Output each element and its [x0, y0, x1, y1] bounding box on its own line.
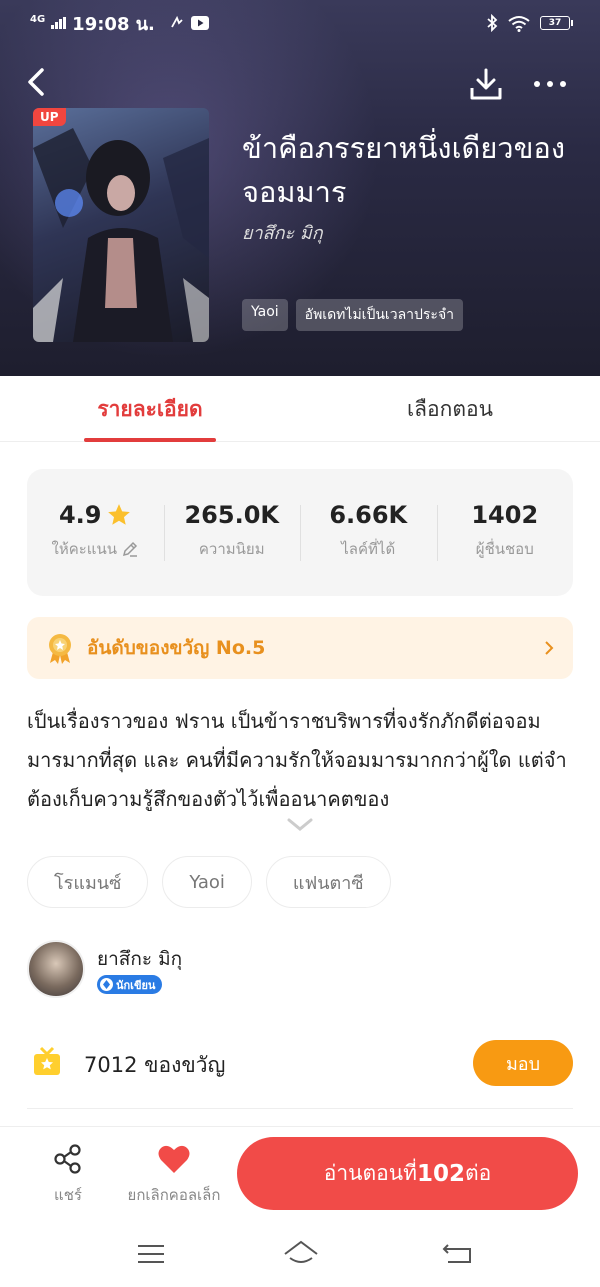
book-title: ข้าคือภรรยาหนึ่งเดียวของจอมมาร: [242, 131, 565, 209]
genre-chips: โรแมนซ์ Yaoi แฟนตาซี: [27, 856, 391, 908]
rating-label: ให้คะแนน: [51, 539, 117, 558]
stat-rating[interactable]: 4.9 ให้คะแนน: [27, 501, 164, 565]
divider: [27, 1108, 573, 1109]
bluetooth-icon: [487, 14, 498, 32]
back-arrow-icon[interactable]: [22, 64, 52, 100]
author-name[interactable]: ยาสึกะ มิกุ: [97, 944, 182, 974]
gift-count: 7012 ของขวัญ: [84, 1053, 226, 1077]
medal-icon: [49, 634, 71, 664]
stat-fans: 1402 ผู้ชื่นชอบ: [436, 500, 574, 565]
likes-value: 6.66K: [329, 500, 408, 529]
writer-badge: นักเขียน: [97, 975, 163, 994]
chevron-right-icon: [545, 641, 554, 655]
popularity-value: 265.0K: [184, 500, 279, 529]
share-button[interactable]: แชร์: [44, 1143, 92, 1207]
stats-panel: 4.9 ให้คะแนน 265.0K ความนิยม 6.66K ไลค์ท…: [27, 469, 573, 596]
genre-chip-romance[interactable]: โรแมนซ์: [27, 856, 149, 908]
home-icon[interactable]: [282, 1238, 320, 1268]
stat-likes: 6.66K ไลค์ที่ได้: [300, 501, 437, 565]
notification-icon: [171, 15, 183, 28]
tag-genre: Yaoi: [242, 299, 288, 331]
give-gift-button[interactable]: มอบ: [473, 1040, 573, 1086]
writer-badge-icon: [100, 978, 113, 991]
tag-update-status: อัพเดทไม่เป็นเวลาประจำ: [295, 299, 464, 331]
fans-value: 1402: [471, 500, 539, 529]
share-label: แชร์: [54, 1186, 82, 1204]
book-author[interactable]: ยาสึกะ มิกุ: [242, 218, 323, 247]
fans-label: ผู้ชื่นชอบ: [475, 539, 534, 558]
youtube-icon: [190, 16, 209, 30]
tab-chapters[interactable]: เลือกตอน: [300, 376, 600, 442]
book-tags: Yaoi อัพเดทไม่เป็นเวลาประจำ: [242, 299, 464, 331]
read-chapter-number: 102: [416, 1160, 465, 1187]
genre-chip-yaoi[interactable]: Yaoi: [162, 856, 252, 908]
cover-art: [33, 128, 209, 342]
book-header: 4G 19:08 น. 37 UP ข้าคือภรรยาหนึ่งเดียวข…: [0, 0, 600, 376]
clock: 19:08 น.: [72, 13, 155, 35]
genre-chip-fantasy[interactable]: แฟนตาซี: [265, 856, 391, 908]
synopsis-text: เป็นเรื่องราวของ ฟราน เป็นข้าราชบริพารที…: [27, 709, 567, 811]
battery-icon: 37: [540, 16, 573, 30]
bottom-action-bar: แชร์ ยกเลิกคอลเล็ก อ่านตอนที่ 102 ต่อ: [0, 1126, 600, 1226]
likes-label: ไลค์ที่ได้: [341, 539, 396, 558]
download-icon[interactable]: [468, 66, 504, 102]
system-navigation-bar: [0, 1226, 600, 1287]
status-bar: 4G 19:08 น. 37: [0, 0, 600, 46]
rating-value: 4.9: [58, 500, 102, 529]
stat-popularity: 265.0K ความนิยม: [163, 500, 301, 565]
more-options-icon[interactable]: [534, 72, 574, 96]
continue-reading-button[interactable]: อ่านตอนที่ 102 ต่อ: [237, 1137, 578, 1210]
tab-bar: รายละเอียด เลือกตอน: [0, 376, 600, 442]
edit-icon: [122, 541, 138, 557]
ranking-text: อันดับของขวัญ No.5: [87, 637, 266, 659]
tab-details[interactable]: รายละเอียด: [0, 376, 300, 442]
read-prefix: อ่านตอนที่: [323, 1161, 417, 1185]
update-badge: UP: [33, 108, 66, 126]
signal-icon: [51, 17, 67, 29]
star-icon: [107, 503, 130, 525]
share-icon: [54, 1144, 81, 1174]
chevron-down-icon[interactable]: [285, 814, 315, 836]
author-avatar[interactable]: [27, 940, 85, 998]
popularity-label: ความนิยม: [198, 539, 265, 558]
uncollect-label: ยกเลิกคอลเล็ก: [127, 1186, 221, 1204]
network-type: 4G: [30, 13, 46, 25]
writer-badge-label: นักเขียน: [116, 978, 156, 992]
read-suffix: ต่อ: [464, 1161, 492, 1185]
wifi-icon: [508, 15, 530, 32]
book-cover: UP: [33, 108, 209, 342]
gift-ranking-banner[interactable]: อันดับของขวัญ No.5: [27, 617, 573, 679]
gift-icon: [34, 1046, 60, 1075]
system-back-icon[interactable]: [442, 1240, 474, 1266]
menu-icon[interactable]: [136, 1242, 166, 1266]
heart-icon: [158, 1145, 190, 1173]
uncollect-button[interactable]: ยกเลิกคอลเล็ก: [120, 1143, 228, 1207]
